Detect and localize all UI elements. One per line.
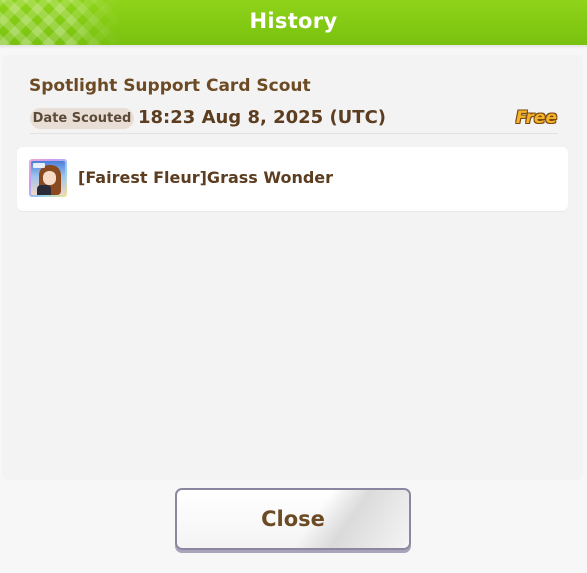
card-name: [Fairest Fleur]Grass Wonder [78,168,334,187]
date-scouted-value: 18:23 Aug 8, 2025 (UTC) [138,107,387,128]
history-header: History [0,0,587,45]
header-shadow [0,45,587,49]
support-card-icon [29,159,67,197]
free-tag: Free [515,108,557,128]
scout-title: Spotlight Support Card Scout [29,76,311,96]
close-button[interactable]: Close [175,488,411,550]
history-title: History [249,9,338,33]
date-scouted-badge: Date Scouted [30,108,134,129]
section-divider [30,133,558,134]
close-label: Close [261,507,325,531]
list-item[interactable]: [Fairest Fleur]Grass Wonder [17,147,568,211]
